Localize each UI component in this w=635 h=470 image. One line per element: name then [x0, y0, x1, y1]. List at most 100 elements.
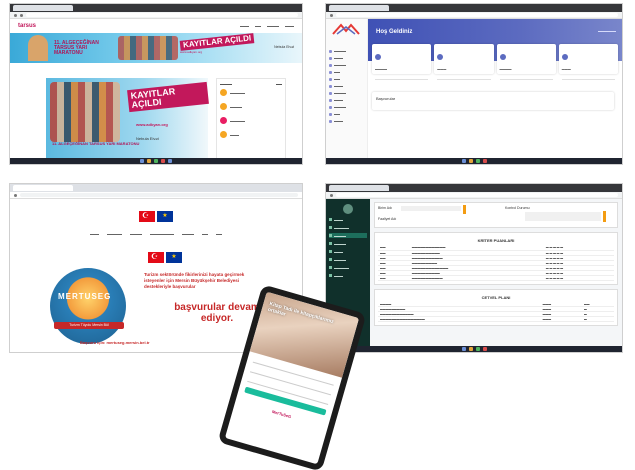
- marathon-poster[interactable]: KAYITLAR AÇILDI 11. ALGEÇEĞİNAN TARSUS Y…: [46, 78, 209, 158]
- sidebar-item[interactable]: ▬▬▬: [329, 273, 367, 278]
- start-icon[interactable]: [140, 159, 144, 163]
- browser-addressbar: [326, 192, 622, 199]
- site-logo[interactable]: tarsus: [18, 23, 36, 29]
- news-item[interactable]: ▬▬▬▬▬: [220, 117, 282, 124]
- url-field[interactable]: [336, 193, 618, 197]
- sidebar-item[interactable]: ▬▬▬: [329, 217, 367, 222]
- sidebar-item[interactable]: ▬▬: [329, 112, 364, 116]
- sidebar-item[interactable]: ▬▬: [329, 70, 364, 74]
- menu-item[interactable]: ▬▬: [202, 232, 208, 236]
- news-item[interactable]: ▬▬▬: [220, 131, 282, 138]
- more-button[interactable]: ▬▬: [276, 82, 282, 86]
- sidebar-item[interactable]: ▬▬▬▬: [329, 49, 364, 53]
- menu-item[interactable]: ▬▬▬: [240, 24, 249, 28]
- folder-icon[interactable]: [468, 159, 473, 163]
- menu-item[interactable]: ▬▬▬▬: [182, 232, 194, 236]
- app-icon[interactable]: [161, 159, 165, 163]
- field-value[interactable]: [401, 206, 461, 211]
- table-row: ▬▬ ▬▬▬▬▬▬▬▬▬▬▬ ▬ ▬ ▬ ▬ ▬: [378, 275, 614, 281]
- banner-brand: Nebula Eivət: [274, 45, 294, 49]
- browser-icon[interactable]: [475, 347, 480, 351]
- browser-tabbar: [326, 184, 622, 192]
- sidebar-item[interactable]: ▬▬▬: [329, 84, 364, 88]
- menu-item[interactable]: ▬▬▬: [285, 24, 294, 28]
- app-icon[interactable]: [168, 159, 172, 163]
- back-icon[interactable]: [330, 193, 333, 197]
- os-taskbar: [10, 158, 302, 164]
- field-value[interactable]: [525, 212, 601, 221]
- back-icon[interactable]: [14, 13, 17, 17]
- sidebar-item[interactable]: ▬▬▬▬: [329, 63, 364, 67]
- back-icon[interactable]: [330, 13, 333, 17]
- browser-tabbar: [326, 4, 622, 12]
- sidebar-item[interactable]: ▬▬▬: [329, 56, 364, 60]
- stat-card[interactable]: ▬▬▬▬: [496, 44, 556, 80]
- forward-icon[interactable]: [20, 13, 23, 17]
- hero-banner[interactable]: 11. ALGEÇEĞİNAN TARSUS YARI MARATONU KAY…: [10, 33, 302, 63]
- sidebar-item[interactable]: ▬▬: [329, 77, 364, 81]
- browser-tab[interactable]: [329, 5, 389, 11]
- sidebar-item[interactable]: ▬▬▬▬: [329, 241, 367, 246]
- runners-photo: [50, 82, 120, 142]
- url-field[interactable]: [26, 13, 298, 17]
- menu-item[interactable]: ▬▬▬▬: [130, 232, 142, 236]
- folder-icon[interactable]: [468, 347, 473, 351]
- edit-marker[interactable]: [463, 205, 466, 214]
- menu-item[interactable]: ▬▬: [216, 232, 222, 236]
- stat-card[interactable]: ▬▬▬▬: [372, 44, 432, 80]
- edit-marker[interactable]: [603, 211, 606, 222]
- avatar[interactable]: [343, 204, 353, 214]
- stat-card[interactable]: ▬▬▬: [558, 44, 618, 80]
- table-title: KRİTER PUANLARI: [477, 238, 515, 243]
- site-header: ★: [10, 199, 302, 229]
- start-icon[interactable]: [461, 159, 466, 163]
- sidebar-item-active[interactable]: ▬▬▬▬: [329, 233, 367, 238]
- menu-item[interactable]: ▬▬▬: [90, 232, 99, 236]
- page-title: Hoş Geldiniz: [376, 29, 413, 35]
- app-icon[interactable]: [482, 347, 487, 351]
- hero-banner[interactable]: ★ MERTUSEG Turizm Tüyolu Mersin Bül Turi…: [44, 250, 268, 346]
- menu-item[interactable]: ▬▬: [255, 24, 261, 28]
- browser-tabbar: [10, 184, 302, 192]
- menu-item[interactable]: ▬▬▬▬▬▬▬▬: [150, 232, 174, 236]
- menu-item[interactable]: ▬▬▬▬▬: [107, 232, 122, 236]
- sidebar-item[interactable]: ▬▬▬▬▬: [329, 225, 367, 230]
- sidebar-item[interactable]: ▬▬▬: [329, 98, 364, 102]
- stat-card[interactable]: ▬▬▬: [434, 44, 494, 80]
- hero-text: Turizm sektöründe fikirlerinizi hayata g…: [144, 272, 245, 289]
- field-label: Kontrol Durumu: [505, 206, 530, 210]
- sidebar-item[interactable]: ▬▬▬▬▬: [329, 265, 367, 270]
- menu-item[interactable]: ▬▬▬▬: [267, 24, 279, 28]
- sidebar-item[interactable]: ▬▬▬▬: [329, 91, 364, 95]
- page-body: KAYITLAR AÇILDI 11. ALGEÇEĞİNAN TARSUS Y…: [10, 63, 302, 164]
- banner-web: www.adkyarı.org: [180, 50, 203, 54]
- browser-tab[interactable]: [13, 185, 73, 191]
- browser-icon[interactable]: [475, 159, 480, 163]
- browser-addressbar: [326, 12, 622, 19]
- news-item[interactable]: ▬▬▬▬▬: [220, 89, 282, 96]
- header-link[interactable]: ▬▬▬▬▬▬: [598, 29, 616, 33]
- table-row: ▬▬▬▬▬▬▬▬▬▬▬▬▬▬▬▬ ▬▬▬ ▬: [378, 316, 614, 322]
- browser-tab[interactable]: [13, 5, 73, 11]
- url-field[interactable]: [20, 193, 298, 197]
- screenshot-marathon-site: tarsus ▬▬▬ ▬▬ ▬▬▬▬ ▬▬▬ 11. ALGEÇEĞİNAN T…: [10, 4, 302, 164]
- sidebar-item[interactable]: ▬▬▬: [329, 249, 367, 254]
- sidebar-item[interactable]: ▬▬▬▬: [329, 257, 367, 262]
- browser-tab[interactable]: [329, 185, 389, 191]
- app-icon[interactable]: [482, 159, 487, 163]
- back-icon[interactable]: [14, 193, 17, 197]
- browser-addressbar: [10, 192, 302, 199]
- sidebar-item[interactable]: ▬▬▬▬: [329, 105, 364, 109]
- footer-text: Başvuru için: mertuseg.mersin.bel.tr: [80, 340, 150, 345]
- sidebar-item[interactable]: ▬▬▬: [329, 119, 364, 123]
- url-field[interactable]: [336, 13, 618, 17]
- banner-cta: KAYITLAR AÇILDI: [179, 33, 255, 51]
- plan-table-card: CETVEL PLANI ▬▬▬▬ ▬▬▬ ▬▬ ▬▬▬▬▬▬▬▬▬ ▬▬▬ ▬ ▬▬▬…: [374, 288, 618, 326]
- news-panel: ▬▬▬▬ ▬▬ ▬▬▬▬▬ ▬▬▬▬ ▬▬▬▬▬ ▬▬▬: [216, 78, 286, 160]
- brand-logo-icon[interactable]: [329, 22, 363, 36]
- start-icon[interactable]: [461, 347, 466, 351]
- news-item[interactable]: ▬▬▬▬: [220, 103, 282, 110]
- browser-icon[interactable]: [154, 159, 158, 163]
- main-content: Birim Adı Kontrol Durumu Faaliyet Adı KR…: [374, 202, 618, 330]
- folder-icon[interactable]: [147, 159, 151, 163]
